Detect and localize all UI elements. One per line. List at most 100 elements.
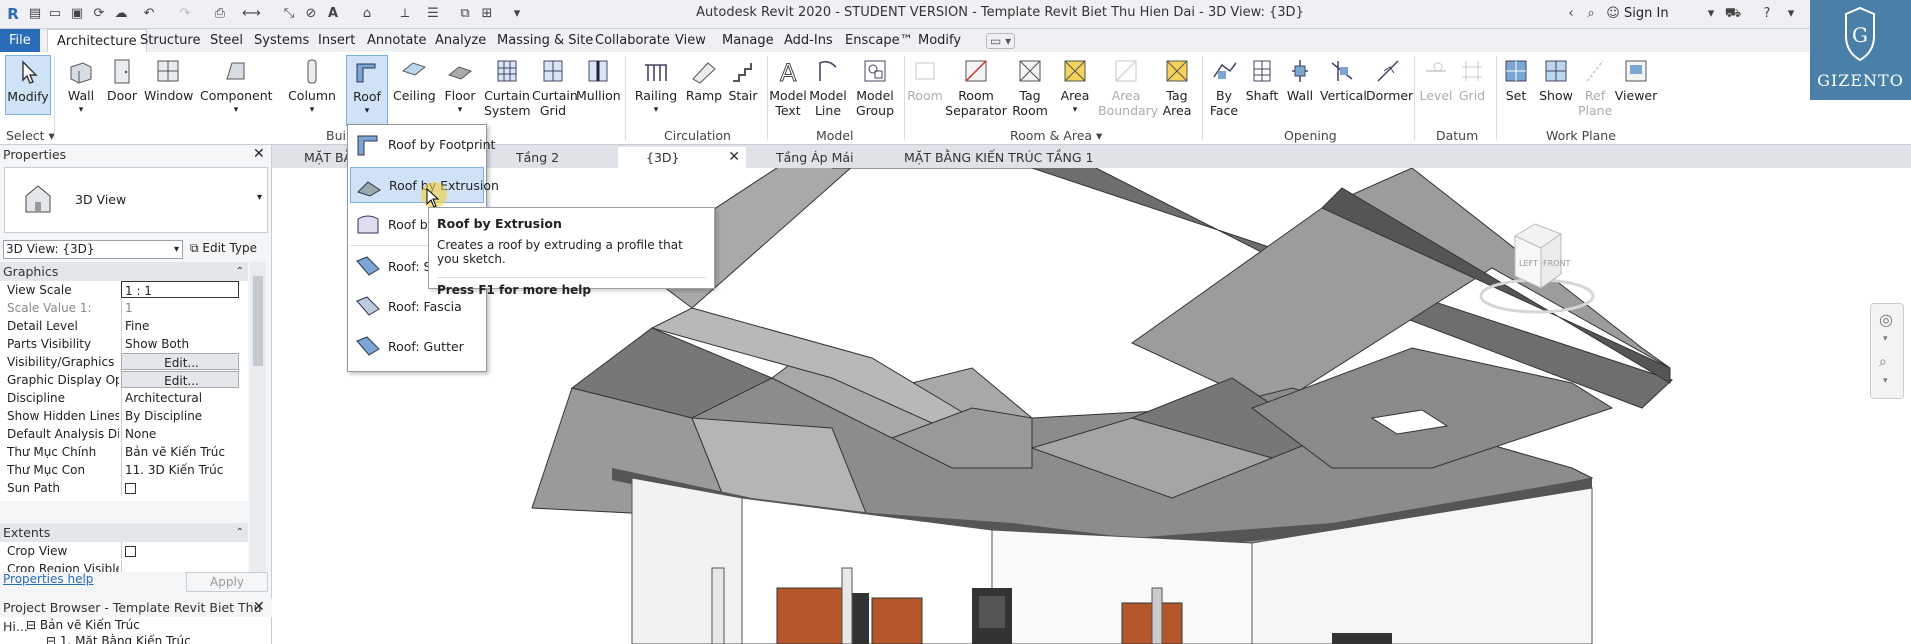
close-hidden-icon[interactable]: ⧉ <box>456 5 474 23</box>
viewcube[interactable]: LEFT FRONT <box>1477 208 1597 318</box>
3d-view-icon[interactable]: ⌂ <box>358 5 376 23</box>
user-icon[interactable]: ☺ <box>1604 5 1622 23</box>
select-panel-label[interactable]: Select ▾ <box>6 128 55 143</box>
tab-manage[interactable]: Manage <box>713 29 783 52</box>
by-face-button[interactable]: By Face <box>1204 55 1244 143</box>
viewer-button[interactable]: Viewer <box>1614 55 1658 143</box>
crop-view-checkbox[interactable] <box>125 546 136 557</box>
roof-button[interactable]: Roof ▾ <box>346 55 388 126</box>
sign-in-link[interactable]: Sign In <box>1624 6 1669 21</box>
doc-tab-mat-bang-tang-1[interactable]: MẶT BẰNG KIẾN TRÚC TẦNG 1 <box>876 147 1136 168</box>
tab-collaborate[interactable]: Collaborate <box>586 29 679 52</box>
search-prev-icon[interactable]: ‹ <box>1562 5 1580 23</box>
extents-group-header[interactable]: Extents ⌃ <box>0 523 248 542</box>
thin-lines-icon[interactable]: ☰ <box>424 5 442 23</box>
app-menu-icon[interactable]: ▤ <box>26 5 44 23</box>
view-scale-input[interactable]: 1 : 1 <box>121 281 239 298</box>
wall-button[interactable]: Wall ▾ <box>62 55 100 143</box>
tab-file[interactable]: File <box>0 29 40 52</box>
prop-row[interactable]: Thư Mục Chính Bản vẽ Kiến Trúc <box>0 443 248 461</box>
cloud-icon[interactable]: ☁ <box>112 5 130 23</box>
tab-view[interactable]: View <box>666 29 715 52</box>
dormer-button[interactable]: Dormer <box>1366 55 1413 143</box>
customize-qat-icon[interactable]: ▾ <box>508 5 526 23</box>
area-boundary-button[interactable]: Area Boundary <box>1098 55 1158 143</box>
prop-row[interactable]: Thư Mục Con 11. 3D Kiến Trúc <box>0 461 248 479</box>
view-selector-dropdown[interactable]: 3D View: {3D} ▾ <box>3 240 183 259</box>
room-separator-button[interactable]: Room Separator <box>945 55 1007 143</box>
wheel-dropdown-icon[interactable]: ▾ <box>1883 334 1888 344</box>
graphic-display-edit-button[interactable]: Edit... <box>121 371 239 388</box>
contextual-dropdown-icon[interactable]: ▭ ▾ <box>986 33 1016 49</box>
mullion-button[interactable]: Mullion <box>576 55 621 143</box>
tree-node[interactable]: ⊟ Bản vẽ Kiến Trúc <box>26 618 140 632</box>
doc-tab-tang-2[interactable]: Tầng 2 <box>488 147 588 168</box>
room-button[interactable]: Room <box>905 55 945 143</box>
room-area-panel-label[interactable]: Room & Area ▾ <box>1010 128 1102 143</box>
tab-modify[interactable]: Modify <box>909 29 970 52</box>
menu-item-roof-by-extrusion[interactable]: Roof by Extrusion <box>350 167 499 203</box>
tag-area-button[interactable]: Tag Area <box>1156 55 1198 143</box>
section-icon[interactable]: ⟂ <box>396 5 414 23</box>
tree-node[interactable]: ⊟ 1. Mặt Bằng Kiến Trúc <box>46 634 191 644</box>
tab-analyze[interactable]: Analyze <box>426 29 495 52</box>
doc-tab-mat-bang[interactable]: MẶT BẰ <box>276 147 356 168</box>
scroll-thumb[interactable] <box>253 276 263 366</box>
save-icon[interactable]: ▣ <box>68 5 86 23</box>
window-button[interactable]: Window <box>144 55 193 143</box>
tab-structure[interactable]: Structure <box>131 29 209 52</box>
modify-button[interactable]: Modify <box>5 55 51 115</box>
prop-row[interactable]: Discipline Architectural <box>0 389 248 407</box>
close-tab-icon[interactable]: ✕ <box>728 147 740 168</box>
undo-icon[interactable]: ↶ <box>140 5 158 23</box>
tab-insert[interactable]: Insert <box>309 29 364 52</box>
close-browser-icon[interactable]: ✕ <box>253 599 265 615</box>
doc-tab-tang-ap-mai[interactable]: Tầng Áp Mái <box>748 147 878 168</box>
measure-icon[interactable]: ⟷ <box>242 5 261 23</box>
open-icon[interactable]: ▭ <box>46 5 64 23</box>
curtain-grid-button[interactable]: Curtain Grid <box>532 55 578 143</box>
switch-windows-icon[interactable]: ⊞ <box>478 5 496 23</box>
redo-icon[interactable]: ↷ <box>176 5 194 23</box>
type-dropdown-icon[interactable]: ▾ <box>257 192 262 203</box>
cart-icon[interactable]: ⛟ <box>1724 5 1742 23</box>
model-text-button[interactable]: A Model Text <box>768 55 808 143</box>
sync-icon[interactable]: ⟳ <box>90 5 108 23</box>
vg-edit-button[interactable]: Edit... <box>121 353 239 370</box>
properties-help-link[interactable]: Properties help <box>3 572 93 586</box>
help-dropdown-icon[interactable]: ▾ <box>1782 5 1800 23</box>
type-selector[interactable]: 3D View ▾ <box>4 167 268 233</box>
close-properties-icon[interactable]: ✕ <box>253 146 265 162</box>
dimension-icon[interactable]: ⤡ <box>280 5 298 23</box>
tab-annotate[interactable]: Annotate <box>358 29 435 52</box>
prop-row[interactable]: Parts Visibility Show Both <box>0 335 248 353</box>
revit-logo-icon[interactable]: R <box>4 5 22 23</box>
prop-row[interactable]: Detail Level Fine <box>0 317 248 335</box>
help-icon[interactable]: ? <box>1758 5 1776 23</box>
tag-icon[interactable]: ⊘ <box>302 5 320 23</box>
print-icon[interactable]: ⎙ <box>211 5 229 23</box>
zoom-dropdown-icon[interactable]: ▾ <box>1883 376 1888 386</box>
door-button[interactable]: Door <box>104 55 140 143</box>
graphics-group-header[interactable]: Graphics ⌃ <box>0 262 248 281</box>
prop-row[interactable]: Default Analysis Di...None <box>0 425 248 443</box>
component-button[interactable]: Component ▾ <box>200 55 273 143</box>
tab-add-ins[interactable]: Add-Ins <box>775 29 842 52</box>
sign-in-dropdown-icon[interactable]: ▾ <box>1702 5 1720 23</box>
edit-type-button[interactable]: ⧉ Edit Type <box>190 241 257 256</box>
sun-path-checkbox[interactable] <box>125 483 136 494</box>
binoculars-icon[interactable]: ⌕ <box>1582 5 1600 23</box>
menu-item-roof-by-footprint[interactable]: Roof by Footprint <box>350 127 495 163</box>
properties-scrollbar[interactable] <box>250 262 266 572</box>
model-group-button[interactable]: Model Group <box>852 55 898 143</box>
menu-item-roof-gutter[interactable]: Roof: Gutter <box>350 329 484 365</box>
doc-tab-3d[interactable]: {3D} ✕ <box>618 147 746 168</box>
steering-wheel-icon[interactable]: ◎ <box>1879 310 1893 329</box>
zoom-icon[interactable]: ⌕ <box>1879 354 1887 370</box>
set-button[interactable]: Set <box>1498 55 1534 143</box>
text-icon[interactable]: A <box>324 5 342 23</box>
prop-row[interactable]: Show Hidden Lines By Discipline <box>0 407 248 425</box>
tab-systems[interactable]: Systems <box>245 29 318 52</box>
shaft-button[interactable]: Shaft <box>1244 55 1280 143</box>
apply-button[interactable]: Apply <box>186 572 268 592</box>
